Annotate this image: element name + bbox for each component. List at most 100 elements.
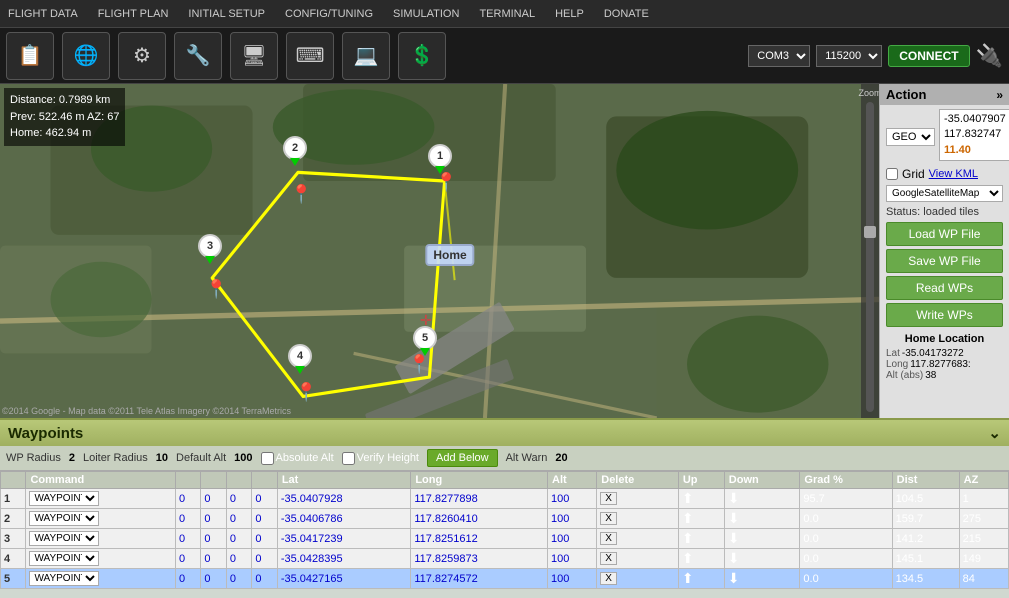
- home-marker[interactable]: Home: [425, 244, 474, 266]
- menu-flight-data[interactable]: FLIGHT DATA: [4, 8, 82, 20]
- row-alt[interactable]: 100: [548, 549, 597, 569]
- row-c3[interactable]: 0: [226, 549, 251, 569]
- menu-simulation[interactable]: SIMULATION: [389, 8, 463, 20]
- waypoint-marker-5[interactable]: 5: [413, 326, 437, 356]
- row-c3[interactable]: 0: [226, 569, 251, 589]
- row-c4[interactable]: 0: [252, 509, 277, 529]
- down-arrow-icon[interactable]: ⬇: [728, 490, 740, 506]
- menu-help[interactable]: HELP: [551, 8, 588, 20]
- command-select[interactable]: WAYPOINT: [29, 491, 99, 506]
- row-alt[interactable]: 100: [548, 569, 597, 589]
- config-button[interactable]: 🔧: [174, 32, 222, 80]
- donate-button[interactable]: 💲: [398, 32, 446, 80]
- up-arrow-icon[interactable]: ⬆: [682, 490, 694, 506]
- row-c4[interactable]: 0: [252, 549, 277, 569]
- com-port-select[interactable]: COM3: [748, 45, 810, 67]
- delete-button[interactable]: X: [600, 492, 617, 505]
- row-command[interactable]: WAYPOINT: [26, 549, 175, 569]
- waypoint-marker-3[interactable]: 3: [198, 234, 222, 264]
- initial-setup-button[interactable]: ⚙: [118, 32, 166, 80]
- row-alt[interactable]: 100: [548, 509, 597, 529]
- command-select[interactable]: WAYPOINT: [29, 551, 99, 566]
- verify-height-checkbox[interactable]: [342, 452, 355, 465]
- waypoints-collapse-icon[interactable]: ⌄: [988, 424, 1001, 442]
- map-type-select[interactable]: GoogleSatelliteMap: [886, 185, 1003, 202]
- row-up[interactable]: ⬆: [678, 569, 724, 589]
- row-delete[interactable]: X: [597, 569, 679, 589]
- row-lat[interactable]: -35.0406786: [277, 509, 411, 529]
- up-arrow-icon[interactable]: ⬆: [682, 570, 694, 586]
- baud-rate-select[interactable]: 115200: [816, 45, 882, 67]
- row-c2[interactable]: 0: [201, 509, 226, 529]
- row-down[interactable]: ⬇: [724, 489, 800, 509]
- menu-terminal[interactable]: TERMINAL: [475, 8, 539, 20]
- up-arrow-icon[interactable]: ⬆: [682, 550, 694, 566]
- row-c1[interactable]: 0: [175, 489, 200, 509]
- row-down[interactable]: ⬇: [724, 509, 800, 529]
- row-lon[interactable]: 117.8259873: [411, 549, 548, 569]
- waypoint-marker-1[interactable]: 1: [428, 144, 452, 174]
- row-lat[interactable]: -35.0427165: [277, 569, 411, 589]
- delete-button[interactable]: X: [600, 512, 617, 525]
- row-c4[interactable]: 0: [252, 529, 277, 549]
- command-select[interactable]: WAYPOINT: [29, 571, 99, 586]
- row-lat[interactable]: -35.0428395: [277, 549, 411, 569]
- down-arrow-icon[interactable]: ⬇: [728, 510, 740, 526]
- row-lon[interactable]: 117.8277898: [411, 489, 548, 509]
- geo-type-select[interactable]: GEO: [886, 128, 935, 146]
- command-select[interactable]: WAYPOINT: [29, 531, 99, 546]
- write-wps-button[interactable]: Write WPs: [886, 303, 1003, 327]
- row-up[interactable]: ⬆: [678, 489, 724, 509]
- flight-data-button[interactable]: 📋: [6, 32, 54, 80]
- row-delete[interactable]: X: [597, 549, 679, 569]
- read-wps-button[interactable]: Read WPs: [886, 276, 1003, 300]
- row-up[interactable]: ⬆: [678, 509, 724, 529]
- row-c3[interactable]: 0: [226, 529, 251, 549]
- help-button[interactable]: 💻: [342, 32, 390, 80]
- row-alt[interactable]: 100: [548, 529, 597, 549]
- down-arrow-icon[interactable]: ⬇: [728, 530, 740, 546]
- add-below-button[interactable]: Add Below: [427, 449, 498, 467]
- connect-button[interactable]: CONNECT: [888, 45, 969, 67]
- absolute-alt-checkbox[interactable]: [261, 452, 274, 465]
- simulation-button[interactable]: 🖥: [230, 32, 278, 80]
- row-c4[interactable]: 0: [252, 569, 277, 589]
- waypoint-marker-4[interactable]: 4: [288, 344, 312, 374]
- row-c1[interactable]: 0: [175, 569, 200, 589]
- row-command[interactable]: WAYPOINT: [26, 489, 175, 509]
- row-c3[interactable]: 0: [226, 489, 251, 509]
- row-lat[interactable]: -35.0407928: [277, 489, 411, 509]
- row-c1[interactable]: 0: [175, 549, 200, 569]
- row-up[interactable]: ⬆: [678, 549, 724, 569]
- row-delete[interactable]: X: [597, 509, 679, 529]
- row-command[interactable]: WAYPOINT: [26, 569, 175, 589]
- row-command[interactable]: WAYPOINT: [26, 529, 175, 549]
- down-arrow-icon[interactable]: ⬇: [728, 550, 740, 566]
- menu-flight-plan[interactable]: FLIGHT PLAN: [94, 8, 173, 20]
- row-c2[interactable]: 0: [201, 489, 226, 509]
- save-wp-button[interactable]: Save WP File: [886, 249, 1003, 273]
- up-arrow-icon[interactable]: ⬆: [682, 530, 694, 546]
- row-up[interactable]: ⬆: [678, 529, 724, 549]
- grid-checkbox[interactable]: [886, 168, 898, 180]
- up-arrow-icon[interactable]: ⬆: [682, 510, 694, 526]
- row-c2[interactable]: 0: [201, 529, 226, 549]
- row-lon[interactable]: 117.8251612: [411, 529, 548, 549]
- row-delete[interactable]: X: [597, 489, 679, 509]
- row-down[interactable]: ⬇: [724, 549, 800, 569]
- row-lon[interactable]: 117.8274572: [411, 569, 548, 589]
- delete-button[interactable]: X: [600, 572, 617, 585]
- waypoint-marker-2[interactable]: 2: [283, 136, 307, 166]
- row-c2[interactable]: 0: [201, 569, 226, 589]
- row-down[interactable]: ⬇: [724, 529, 800, 549]
- delete-button[interactable]: X: [600, 552, 617, 565]
- flight-plan-button[interactable]: 🌐: [62, 32, 110, 80]
- row-delete[interactable]: X: [597, 529, 679, 549]
- row-c3[interactable]: 0: [226, 509, 251, 529]
- row-lon[interactable]: 117.8260410: [411, 509, 548, 529]
- delete-button[interactable]: X: [600, 532, 617, 545]
- map-area[interactable]: 1 2 3 4 5 📍 📍 📍 📍: [0, 84, 879, 418]
- zoom-thumb[interactable]: [864, 226, 876, 238]
- row-c1[interactable]: 0: [175, 509, 200, 529]
- load-wp-button[interactable]: Load WP File: [886, 222, 1003, 246]
